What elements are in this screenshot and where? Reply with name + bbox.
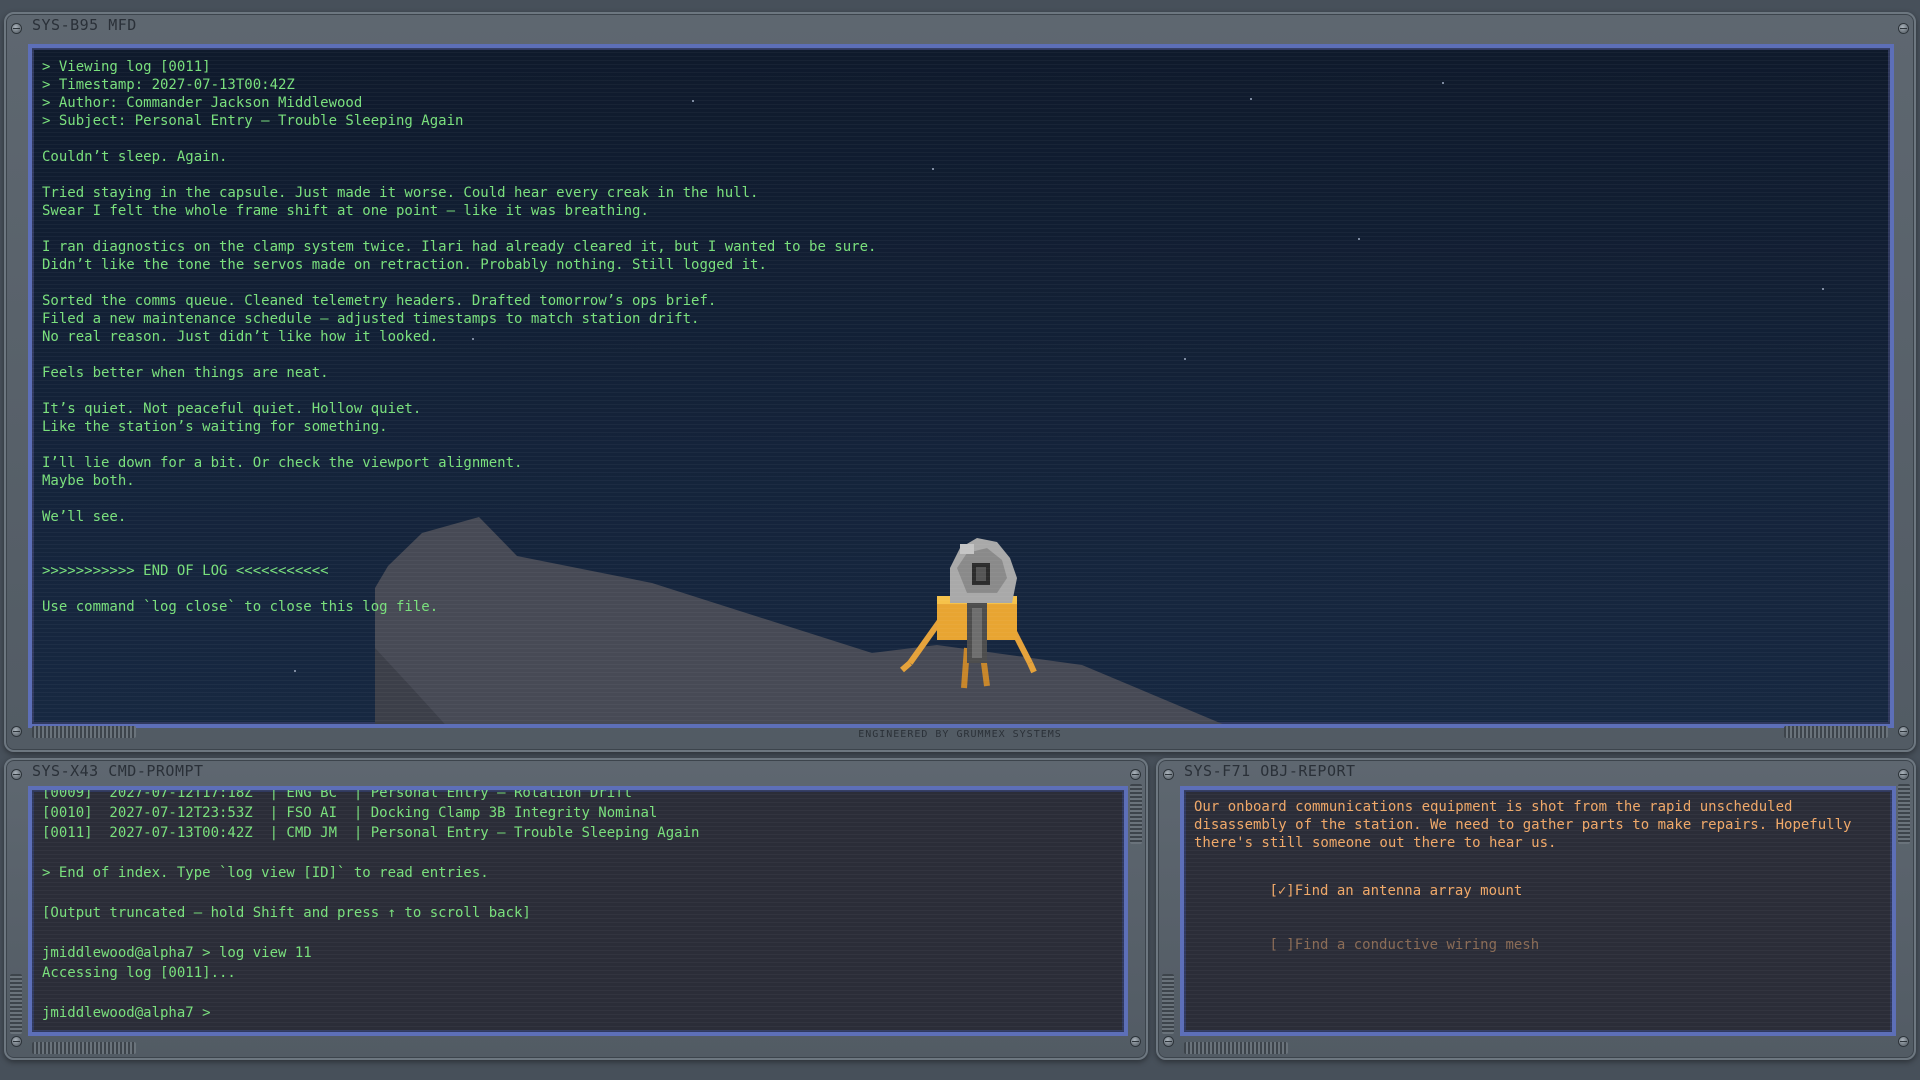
mfd-line: Tried staying in the capsule. Just made … [42,185,759,201]
mfd-line: > Author: Commander Jackson Middlewood [42,95,363,111]
mfd-line [42,382,876,400]
cmd-line [42,983,699,1003]
mfd-line: Use command `log close` to close this lo… [42,599,439,615]
obj-title: SYS-F71 OBJ-REPORT [1184,762,1356,780]
scroll-grip[interactable] [1162,974,1174,1034]
mfd-line: Maybe both. [42,473,135,489]
screw-icon [1131,1037,1140,1046]
objective-item: [✓]Find an antenna array mount [1202,864,1539,918]
cmd-output: [0009] 2027-07-12T17:18Z | ENG BC | Pers… [42,786,700,1023]
mfd-line [42,274,876,292]
cmd-line: Accessing log [0011]... [42,965,236,981]
check-done-icon: [✓] [1269,883,1295,899]
mfd-line [42,346,876,364]
log-text: > Viewing log [0011] > Timestamp: 2027-07… [42,58,876,616]
cmd-line [42,843,699,863]
mfd-line [42,580,876,598]
resize-grip[interactable] [32,1042,136,1054]
screw-icon [12,1037,21,1046]
obj-screen: Our onboard communications equipment is … [1180,786,1896,1036]
objective-item: [ ]Find a conductive wiring mesh [1202,918,1539,972]
obj-panel: SYS-F71 OBJ-REPORT Our onboard communica… [1156,758,1916,1060]
mfd-line: I’ll lie down for a bit. Or check the vi… [42,455,523,471]
cmd-line [42,883,699,903]
screw-icon [1131,770,1140,779]
screw-icon [12,24,21,33]
mfd-line: It’s quiet. Not peaceful quiet. Hollow q… [42,401,422,417]
scroll-grip[interactable] [10,974,22,1034]
cmd-line: jmiddlewood@alpha7 > [42,1005,220,1021]
mfd-line: >>>>>>>>>>> END OF LOG <<<<<<<<<<< [42,563,329,579]
mfd-line: > Viewing log [0011] [42,59,211,75]
mfd-line: > Timestamp: 2027-07-13T00:42Z [42,77,295,93]
objective-list: [✓]Find an antenna array mount [ ]Find a… [1202,864,1539,972]
objective-label: Find an antenna array mount [1294,883,1523,899]
screw-icon [1899,24,1908,33]
mfd-line: > Subject: Personal Entry — Trouble Slee… [42,113,464,129]
objective-intro: Our onboard communications equipment is … [1194,799,1852,851]
maker-label: ENGINEERED BY GRUMMEX SYSTEMS [858,729,1062,740]
screw-icon [1164,770,1173,779]
mfd-line: No real reason. Just didn’t like how it … [42,329,439,345]
screw-icon [1899,1037,1908,1046]
check-empty-icon: [ ] [1269,937,1295,953]
cmd-line [42,923,699,943]
mfd-line [42,130,876,148]
mfd-line [42,166,876,184]
cmd-line: jmiddlewood@alpha7 > log view 11 [42,945,312,961]
mfd-panel: SYS-B95 MFD > Viewing log [0011] > Times… [4,12,1916,752]
cmd-panel: SYS-X43 CMD-PROMPT [0009] 2027-07-12T17:… [4,758,1148,1060]
mfd-line: Like the station’s waiting for something… [42,419,388,435]
mfd-title: SYS-B95 MFD [32,16,137,34]
cmd-line: [0009] 2027-07-12T17:18Z | ENG BC | Pers… [42,786,633,801]
mfd-line [42,490,876,508]
screw-icon [1164,1037,1173,1046]
mfd-line: Sorted the comms queue. Cleaned telemetr… [42,293,717,309]
objective-label: Find a conductive wiring mesh [1294,937,1540,953]
mfd-line: Feels better when things are neat. [42,365,329,381]
screw-icon [12,770,21,779]
resize-grip[interactable] [1184,1042,1288,1054]
scroll-grip[interactable] [1898,784,1910,844]
mfd-line: Couldn’t sleep. Again. [42,149,228,165]
mfd-line [42,436,876,454]
mfd-line: We’ll see. [42,509,127,525]
mfd-line [42,544,876,562]
cmd-title: SYS-X43 CMD-PROMPT [32,762,204,780]
mfd-line: I ran diagnostics on the clamp system tw… [42,239,877,255]
cmd-screen[interactable]: [0009] 2027-07-12T17:18Z | ENG BC | Pers… [28,786,1128,1036]
cmd-line: [Output truncated — hold Shift and press… [42,905,531,921]
mfd-screen[interactable]: > Viewing log [0011] > Timestamp: 2027-07… [28,44,1894,728]
mfd-line: Filed a new maintenance schedule — adjus… [42,311,700,327]
cmd-line: > End of index. Type `log view [ID]` to … [42,865,489,881]
cmd-line: [0011] 2027-07-13T00:42Z | CMD JM | Pers… [42,825,700,841]
mfd-line [42,526,876,544]
screw-icon [1899,770,1908,779]
mfd-line [42,220,876,238]
cmd-line: [0010] 2027-07-12T23:53Z | FSO AI | Dock… [42,805,658,821]
mfd-line: Didn’t like the tone the servos made on … [42,257,767,273]
scroll-grip[interactable] [1130,784,1142,844]
mfd-line: Swear I felt the whole frame shift at on… [42,203,649,219]
